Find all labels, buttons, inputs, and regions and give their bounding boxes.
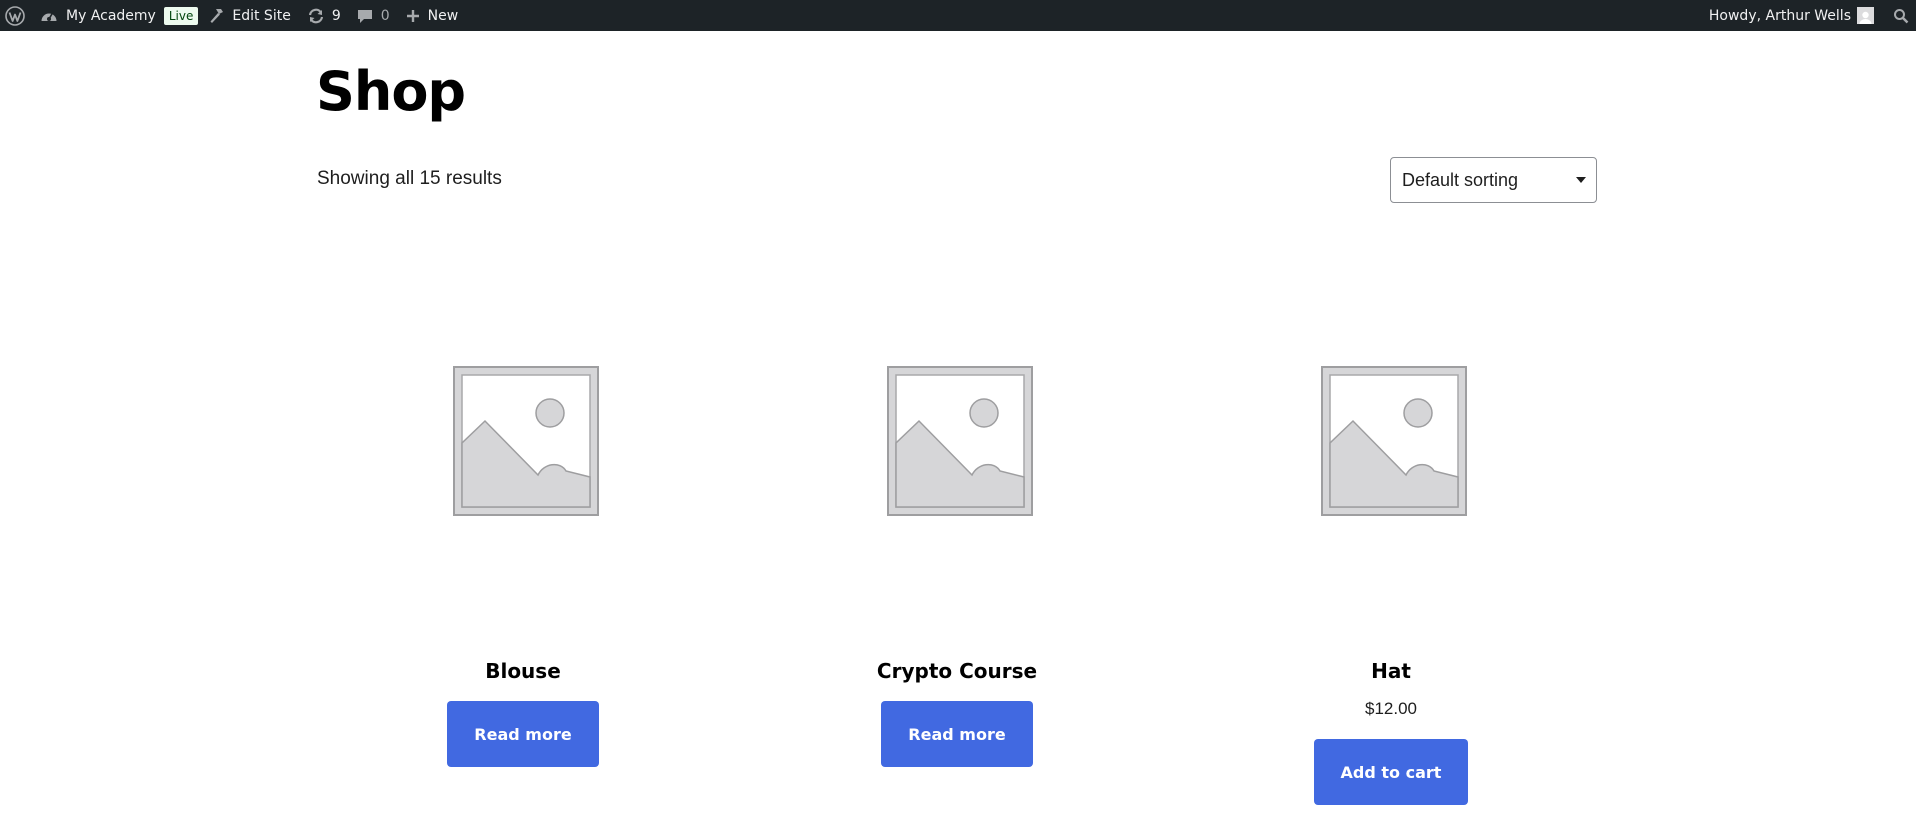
site-name-menu[interactable]: My Academy Live bbox=[30, 0, 199, 31]
placeholder-image-icon[interactable] bbox=[1320, 365, 1468, 517]
product-price: $12.00 bbox=[1365, 699, 1417, 718]
comment-icon bbox=[357, 8, 373, 24]
sorting-select[interactable]: Default sorting bbox=[1390, 157, 1597, 203]
chevron-down-icon bbox=[1576, 177, 1586, 183]
site-name-label: My Academy bbox=[66, 7, 156, 24]
read-more-button[interactable]: Read more bbox=[881, 701, 1033, 767]
product-title[interactable]: Blouse bbox=[373, 658, 673, 684]
wordpress-icon bbox=[5, 5, 25, 26]
updates-icon bbox=[307, 7, 325, 25]
comments-count: 0 bbox=[380, 7, 390, 24]
read-more-button[interactable]: Read more bbox=[447, 701, 599, 767]
hammer-icon bbox=[208, 7, 226, 25]
product-title[interactable]: Hat bbox=[1241, 658, 1541, 684]
result-count: Showing all 15 results bbox=[317, 168, 502, 189]
admin-bar-right: Howdy, Arthur Wells bbox=[1709, 0, 1916, 31]
add-to-cart-button[interactable]: Add to cart bbox=[1314, 739, 1468, 805]
live-badge: Live bbox=[163, 6, 199, 25]
page-title: Shop bbox=[316, 60, 466, 123]
new-content-menu[interactable]: New bbox=[390, 0, 459, 31]
edit-site-label: Edit Site bbox=[232, 7, 291, 24]
search-toggle[interactable] bbox=[1886, 0, 1916, 31]
admin-bar: My Academy Live Edit Site 9 0 New Howdy,… bbox=[0, 0, 1916, 31]
sorting-selected-value: Default sorting bbox=[1402, 169, 1519, 190]
comments-link[interactable]: 0 bbox=[341, 0, 390, 31]
placeholder-image-icon[interactable] bbox=[452, 365, 600, 517]
plus-icon bbox=[406, 9, 420, 23]
dashboard-icon bbox=[40, 8, 58, 24]
edit-site-link[interactable]: Edit Site bbox=[198, 0, 291, 31]
new-label: New bbox=[427, 7, 459, 24]
updates-link[interactable]: 9 bbox=[291, 0, 341, 31]
howdy-label: Howdy, Arthur Wells bbox=[1708, 7, 1851, 24]
admin-bar-left: My Academy Live Edit Site 9 0 New bbox=[0, 0, 458, 31]
my-account-menu[interactable]: Howdy, Arthur Wells bbox=[1709, 0, 1880, 31]
search-icon bbox=[1893, 8, 1909, 24]
product-title[interactable]: Crypto Course bbox=[807, 658, 1107, 684]
wordpress-menu[interactable] bbox=[0, 0, 30, 31]
avatar bbox=[1857, 7, 1874, 24]
updates-count: 9 bbox=[331, 7, 341, 24]
placeholder-image-icon[interactable] bbox=[886, 365, 1034, 517]
